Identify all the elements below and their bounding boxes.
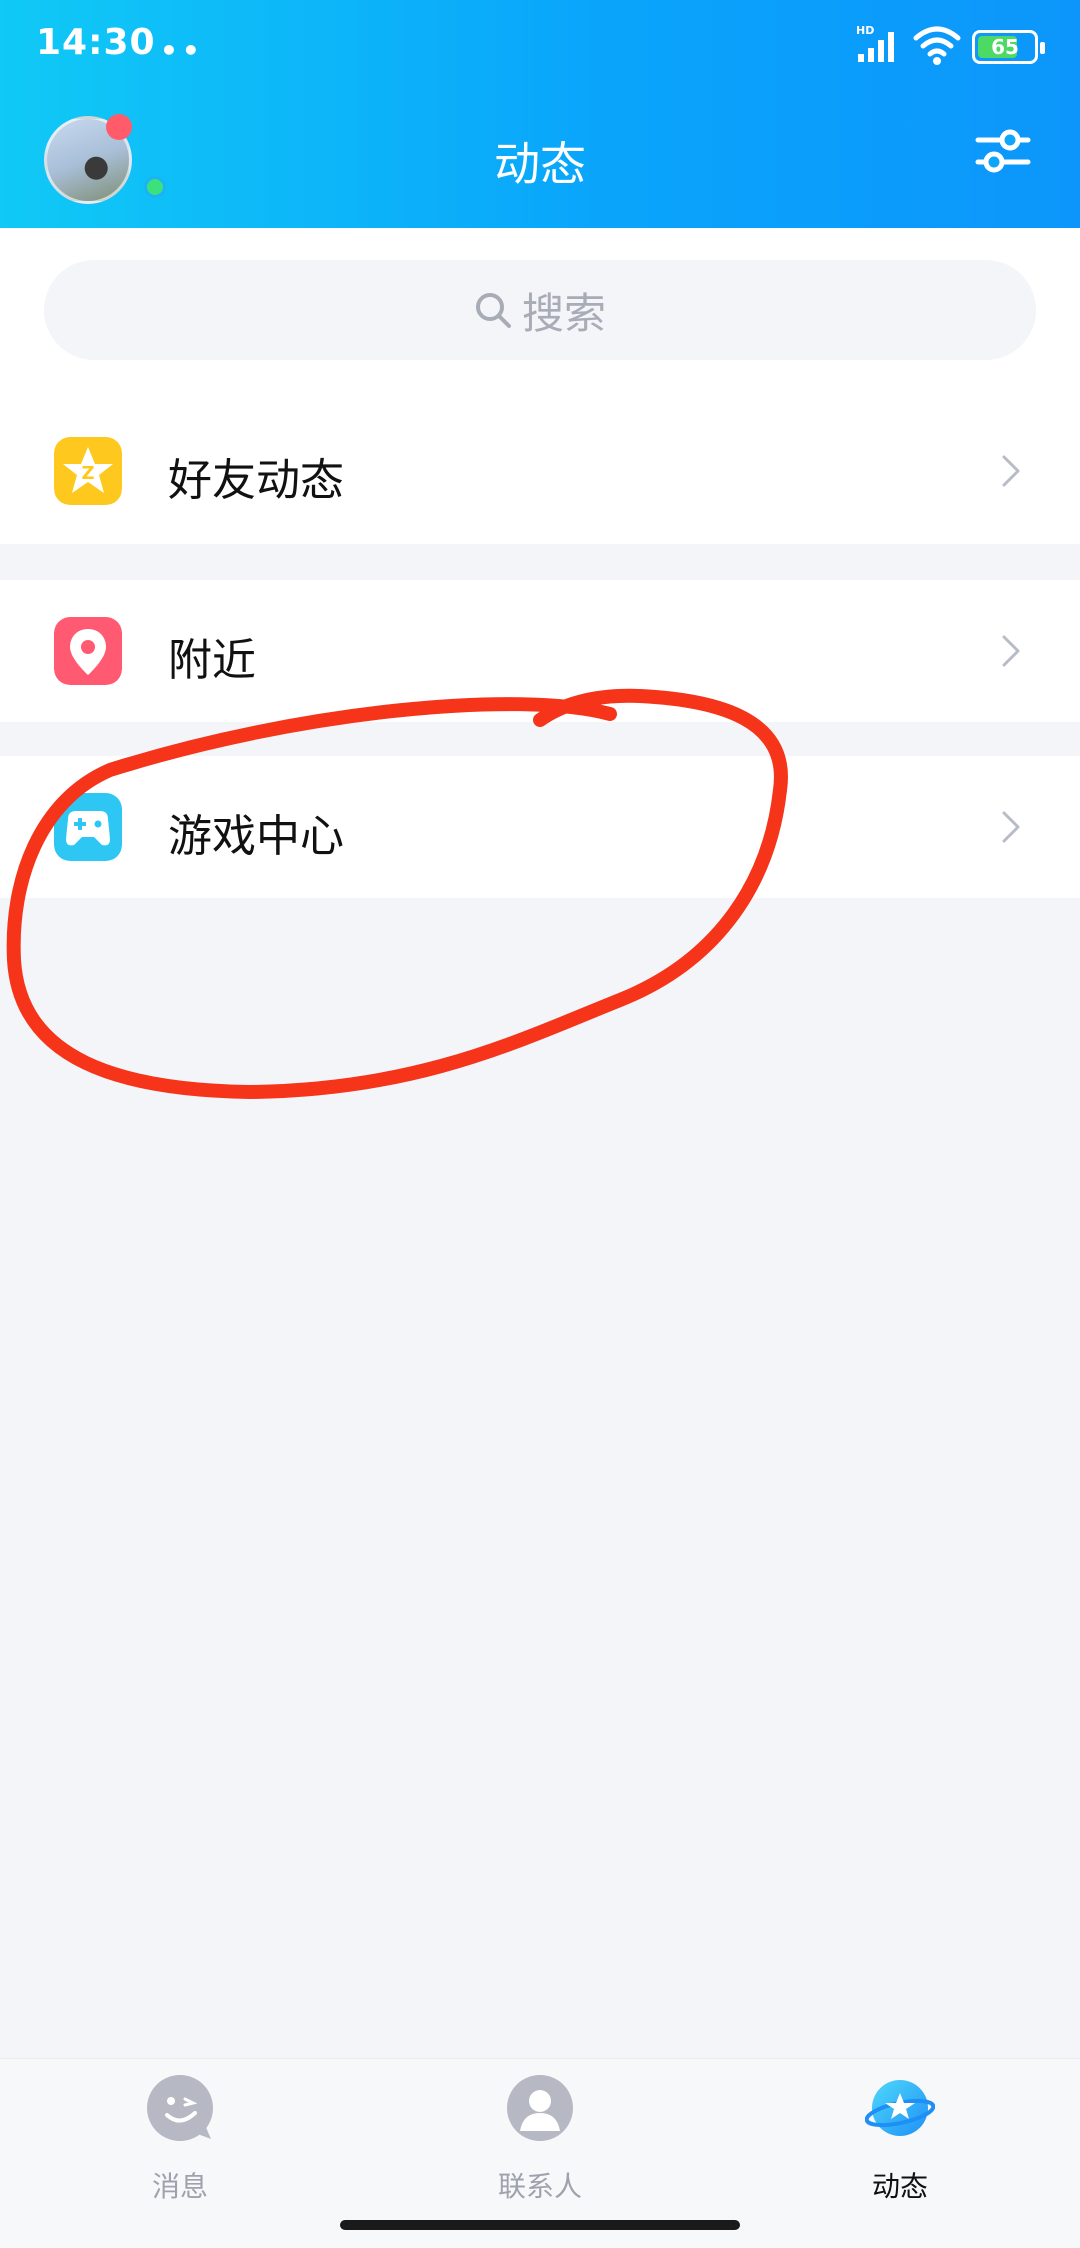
network-type-label: HD (856, 24, 874, 37)
home-indicator[interactable] (340, 2220, 740, 2230)
status-bar: 14:30 •• HD 65 (0, 0, 1080, 96)
settings-sliders-icon[interactable] (974, 122, 1032, 180)
battery-icon: 65 (972, 30, 1045, 64)
tab-messages[interactable]: 消息 (80, 2073, 280, 2223)
status-time: 14:30 (36, 22, 156, 63)
tab-feed[interactable]: 动态 (800, 2073, 1000, 2223)
tab-label: 消息 (151, 2170, 208, 2203)
menu-item-label: 附近 (168, 635, 256, 686)
contact-person-icon (507, 2075, 573, 2141)
planet-star-icon (865, 2080, 935, 2136)
tab-contacts[interactable]: 联系人 (440, 2073, 640, 2223)
search-bar[interactable]: 搜索 (44, 260, 1036, 360)
menu-item-game-center[interactable]: 游戏中心 (0, 756, 1080, 898)
menu-item-friend-feed[interactable]: Z 好友动态 (0, 400, 1080, 542)
tab-label: 动态 (871, 2170, 928, 2203)
page-title: 动态 (494, 137, 586, 191)
menu-item-label: 好友动态 (168, 455, 344, 506)
chevron-right-icon (1002, 455, 1020, 487)
search-icon (475, 293, 511, 328)
location-pin-icon (54, 617, 122, 685)
svg-text:Z: Z (81, 463, 94, 484)
chevron-right-icon (1002, 635, 1020, 667)
status-dots: •• (160, 34, 204, 67)
menu-item-nearby[interactable]: 附近 (0, 580, 1080, 722)
gamepad-icon (54, 793, 122, 861)
message-face-icon (147, 2075, 213, 2141)
wifi-icon (913, 26, 961, 65)
battery-percent: 65 (991, 35, 1019, 59)
chevron-right-icon (1002, 811, 1020, 843)
search-placeholder: 搜索 (521, 288, 606, 338)
menu-item-label: 游戏中心 (168, 811, 344, 862)
signal-icon: HD (856, 24, 894, 62)
tab-label: 联系人 (497, 2170, 582, 2203)
qzone-star-icon: Z (54, 437, 122, 505)
